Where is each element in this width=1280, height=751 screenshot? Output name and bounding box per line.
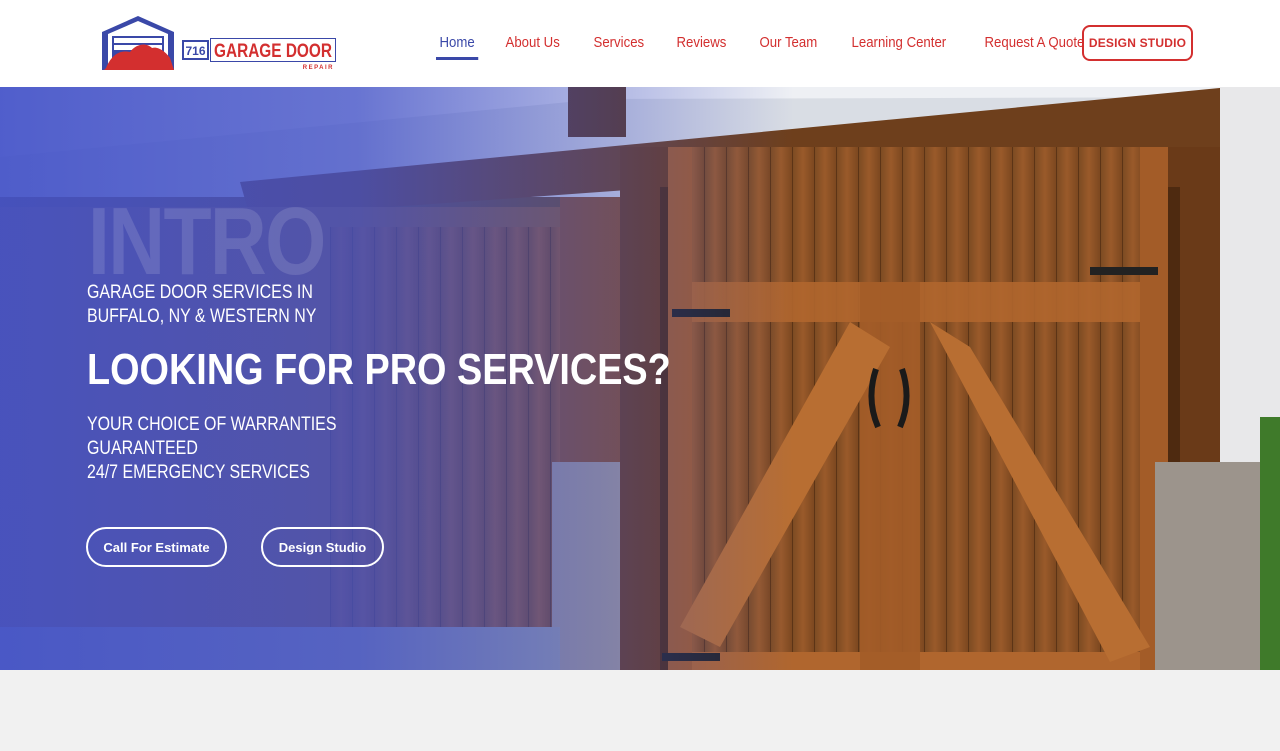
nav-home[interactable]: Home xyxy=(436,30,479,60)
design-studio-button[interactable]: Design Studio xyxy=(261,527,384,567)
nav-services[interactable]: Services xyxy=(590,30,648,57)
hero-kicker-line1: GARAGE DOOR SERVICES IN xyxy=(87,282,313,303)
hero-headline: LOOKING FOR PRO SERVICES? xyxy=(87,345,671,394)
hero-sub-line2: 24/7 EMERGENCY SERVICES xyxy=(87,462,310,483)
nav-about-us[interactable]: About Us xyxy=(502,30,563,57)
nav-learning-center[interactable]: Learning Center xyxy=(848,30,950,57)
hero-section: INTRO GARAGE DOOR SERVICES IN BUFFALO, N… xyxy=(0,87,1280,670)
nav-our-team[interactable]: Our Team xyxy=(756,30,821,57)
logo-number: 716 xyxy=(185,44,205,58)
design-studio-header-button[interactable]: DESIGN STUDIO xyxy=(1082,25,1193,61)
logo-brand: GARAGE DOOR xyxy=(214,41,332,62)
logo-sub: REPAIR xyxy=(303,65,334,71)
hero-sub-line1: YOUR CHOICE OF WARRANTIES GUARANTEED xyxy=(87,414,337,459)
call-for-estimate-button[interactable]: Call For Estimate xyxy=(86,527,227,567)
site-header: 716 GARAGE DOOR REPAIR Home About Us Ser… xyxy=(0,0,1280,87)
hero-kicker: GARAGE DOOR SERVICES IN BUFFALO, NY & WE… xyxy=(87,281,339,329)
nav-request-quote[interactable]: Request A Quote xyxy=(981,30,1088,57)
hero-subline: YOUR CHOICE OF WARRANTIES GUARANTEED 24/… xyxy=(87,413,440,485)
nav-reviews[interactable]: Reviews xyxy=(673,30,730,57)
main-nav: Home About Us Services Reviews Our Team … xyxy=(436,30,1121,62)
brand-logo[interactable]: 716 GARAGE DOOR REPAIR xyxy=(100,14,340,72)
content-section xyxy=(0,670,1280,751)
hero-kicker-line2: BUFFALO, NY & WESTERN NY xyxy=(87,306,317,327)
garage-house-icon: 716 GARAGE DOOR REPAIR xyxy=(102,16,336,71)
